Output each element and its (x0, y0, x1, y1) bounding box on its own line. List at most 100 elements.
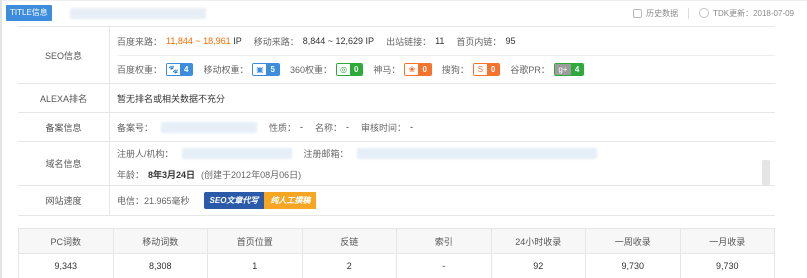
frame-top-edge (0, 0, 807, 1)
tdk-icon (699, 8, 710, 18)
shenma-weight-label: 神马： (373, 65, 401, 75)
speed-label: 网站速度 (18, 186, 110, 215)
seo-row: SEO信息 百度来路： 11,844 ~ 18,961 IP 移动来路： 8,8… (18, 27, 775, 84)
shenma-icon: ❀ (405, 64, 419, 75)
google-pr-label: 谷歌PR： (510, 65, 550, 75)
history-label: 历史数据 (646, 8, 679, 18)
month-indexed-value[interactable]: 9,730 (679, 253, 775, 278)
icp-number-label: 备案号： (117, 122, 154, 133)
seo-content: 百度来路： 11,844 ~ 18,961 IP 移动来路： 8,844 ~ 1… (110, 27, 775, 83)
seo-weights-line: 百度权重： 🐾 4 移动权重： ▣ 5 360权重： ◎ 0 神马： ❀ 0 搜狗： S… (117, 55, 775, 83)
pc-words-value[interactable]: 9,343 (18, 253, 114, 278)
pc-words-header: PC词数 (18, 228, 114, 254)
blurred-email (356, 147, 597, 159)
email-label: 注册邮箱： (303, 148, 349, 159)
mobile-traffic: 移动来路： 8,844 ~ 12,629 IP (254, 35, 374, 48)
speed-row: 网站速度 电信：21.965毫秒 SEO文章代写 纯人工撰稿 (18, 186, 775, 216)
ad-seo-writing: SEO文章代写 (203, 192, 265, 209)
sogou-weight-label: 搜狗： (441, 65, 469, 75)
registrant-label: 注册人/机构： (117, 148, 174, 159)
alexa-content: 暂无排名或相关数据不充分 (110, 84, 775, 112)
tdk-update-label: TDK更新：2018-07-09 (713, 8, 794, 18)
backlinks-header: 反链 (301, 228, 397, 254)
google-plus-icon: g+ (554, 64, 571, 75)
blurred-registrant (181, 147, 292, 159)
index-value[interactable]: - (396, 253, 492, 278)
icp-name-label: 名称： (315, 122, 343, 133)
history-data-link[interactable]: 历史数据 (633, 8, 678, 19)
icp-audit-value: - (410, 122, 414, 132)
mobile-words-value[interactable]: 8,308 (112, 253, 208, 278)
title-tag: TITLE信息 (6, 5, 52, 21)
seo-traffic-line: 百度来路： 11,844 ~ 18,961 IP 移动来路： 8,844 ~ 1… (117, 27, 775, 55)
alexa-text: 暂无排名或相关数据不充分 (117, 93, 226, 104)
week-indexed-value[interactable]: 9,730 (585, 253, 681, 278)
sogou-weight-badge[interactable]: S0 (472, 63, 501, 76)
google-pr-badge[interactable]: g+ 4 (553, 63, 585, 76)
360-weight-badge[interactable]: ◎ 0 (335, 63, 364, 76)
domain-content: 注册人/机构： 注册邮箱： 年龄： 8年3月24日 (创建于2012年08月06… (110, 142, 775, 185)
telecom-speed: 电信：21.965毫秒 (117, 196, 190, 206)
top-bar: TITLE信息 历史数据 TDK更新：2018-07-09 (6, 2, 794, 24)
domain-label: 域名信息 (18, 142, 110, 185)
360-icon: ◎ (336, 64, 350, 75)
icp-type-value: - (300, 122, 304, 132)
baidu-traffic-label: 百度来路： (117, 36, 163, 47)
blurred-icp-number (161, 121, 258, 133)
seo-label: SEO信息 (18, 27, 110, 83)
icp-name-value: - (346, 122, 350, 132)
backlinks-value[interactable]: 2 (301, 253, 397, 278)
sogou-weight-value: 0 (486, 64, 500, 75)
mobile-traffic-value[interactable]: 8,844 ~ 12,629 (303, 36, 363, 46)
age-value: 8年3月24日 (148, 170, 196, 180)
domain-row: 域名信息 注册人/机构： 注册邮箱： 年龄： 8年3月24日 (创建于2012年… (18, 142, 775, 186)
stats-header-row: PC词数 移动词数 首页位置 反链 索引 24小时收录 一周收录 一月收录 (18, 228, 775, 254)
home-position-header: 首页位置 (207, 228, 303, 254)
mobile-weight-value: 5 (266, 64, 279, 75)
separator (688, 7, 690, 19)
week-indexed-header: 一周收录 (585, 228, 681, 254)
icp-content: 备案号： 性质： - 名称： - 审核时间： - (110, 113, 775, 141)
ad-banner[interactable]: SEO文章代写 纯人工撰稿 (203, 192, 317, 209)
24h-indexed-header: 24小时收录 (490, 228, 586, 254)
home-position-value[interactable]: 1 (207, 253, 303, 278)
icp-type-label: 性质： (269, 122, 297, 133)
mobile-traffic-label: 移动来路： (253, 36, 299, 47)
24h-indexed-value[interactable]: 92 (490, 253, 586, 278)
shenma-weight-value: 0 (418, 64, 431, 75)
stats-value-row: 9,343 8,308 1 2 - 92 9,730 9,730 (18, 253, 775, 278)
home-links-value[interactable]: 95 (505, 36, 515, 46)
site-info-table: SEO信息 百度来路： 11,844 ~ 18,961 IP 移动来路： 8,8… (18, 26, 775, 216)
alexa-label: ALEXA排名 (18, 84, 110, 112)
baidu-traffic-unit: IP (233, 36, 242, 46)
baidu-weight-badge[interactable]: 🐾 4 (166, 63, 194, 76)
home-links-label: 首页内链： (456, 36, 502, 47)
top-right-actions: 历史数据 TDK更新：2018-07-09 (633, 5, 794, 21)
360-weight-value: 0 (349, 64, 363, 75)
baidu-traffic-value[interactable]: 11,844 ~ 18,961 (166, 36, 231, 46)
index-header: 索引 (396, 228, 492, 254)
mobile-weight-label: 移动权重： (203, 65, 249, 75)
ad-manual-writing: 纯人工撰稿 (264, 192, 317, 209)
alexa-row: ALEXA排名 暂无排名或相关数据不充分 (18, 84, 775, 113)
out-links-label: 出站链接： (386, 36, 432, 47)
age-label: 年龄： (117, 170, 145, 180)
icp-audit-label: 审核时间： (361, 122, 407, 133)
created-date: (创建于2012年08月06日) (201, 170, 302, 180)
mobile-traffic-unit: IP (365, 36, 375, 46)
baidu-weight-label: 百度权重： (117, 65, 163, 75)
shenma-weight-badge[interactable]: ❀ 0 (404, 63, 432, 76)
out-links: 出站链接： 11 (386, 35, 444, 48)
home-links: 首页内链： 95 (456, 35, 515, 48)
mobile-paw-icon: ▣ (253, 64, 267, 75)
mobile-weight-badge[interactable]: ▣ 5 (252, 63, 280, 76)
scrollbar-thumb[interactable] (762, 160, 770, 186)
tdk-update-link[interactable]: TDK更新：2018-07-09 (699, 8, 794, 19)
out-links-value[interactable]: 11 (435, 36, 444, 46)
speed-content: 电信：21.965毫秒 SEO文章代写 纯人工撰稿 (110, 186, 775, 215)
baidu-weight-value: 4 (180, 64, 193, 75)
blurred-site-title (70, 8, 206, 19)
stats-table: PC词数 移动词数 首页位置 反链 索引 24小时收录 一周收录 一月收录 9,… (18, 228, 775, 278)
sogou-icon: S (473, 64, 487, 75)
google-pr-value: 4 (570, 64, 584, 75)
